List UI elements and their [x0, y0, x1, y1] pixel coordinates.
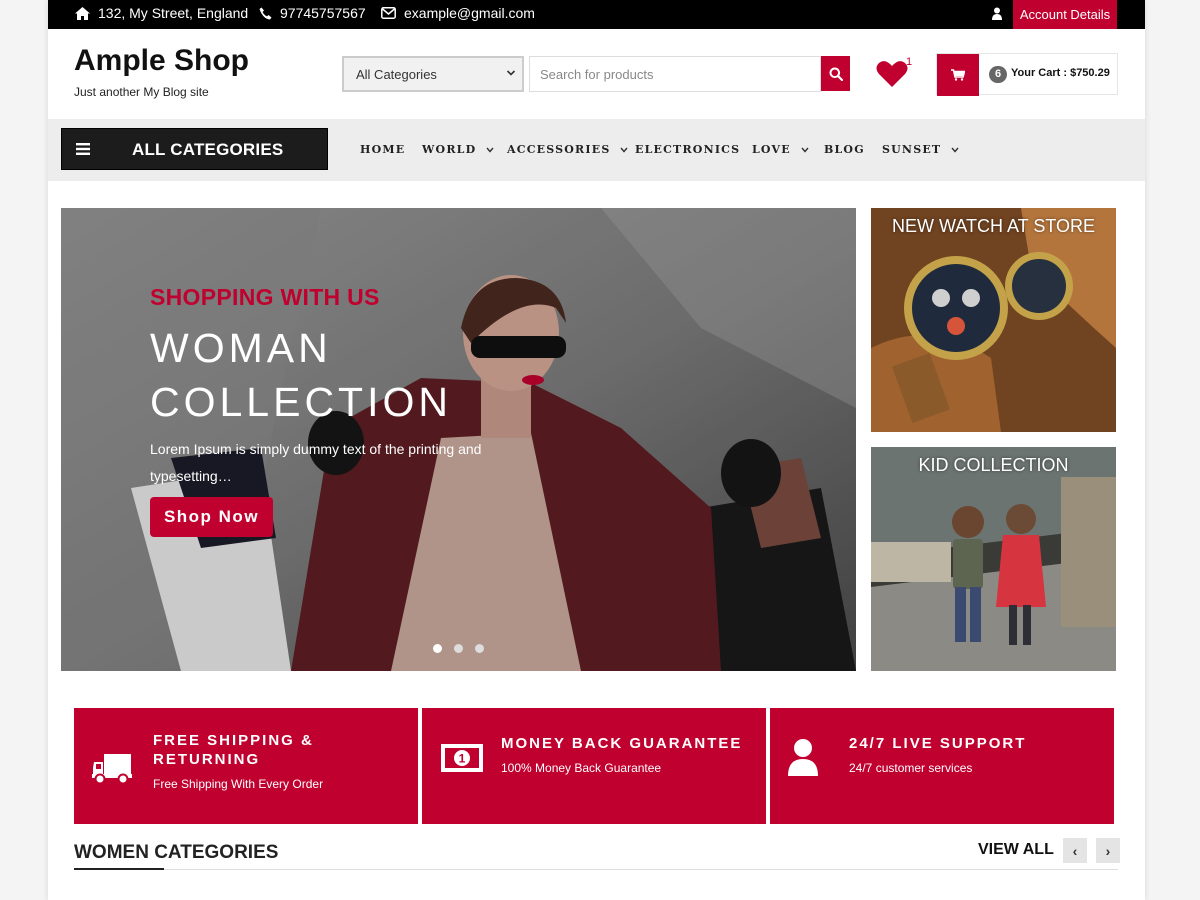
feature-free-shipping: FREE SHIPPING & RETURNING Free Shipping …	[74, 708, 418, 824]
hero-slider[interactable]: SHOPPING WITH US WOMAN COLLECTION Lorem …	[61, 208, 856, 671]
feature-text: 24/7 customer services	[849, 761, 973, 775]
email-text[interactable]: example@gmail.com	[404, 5, 535, 21]
banner-kids[interactable]: KID COLLECTION	[871, 447, 1116, 671]
money-icon: 1	[441, 744, 483, 772]
nav-item-electronics[interactable]: ELECTRONICS	[635, 143, 740, 156]
top-bar: 132, My Street, England 97745757567 exam…	[48, 0, 1145, 29]
feature-text: 100% Money Back Guarantee	[501, 761, 662, 775]
user-icon[interactable]	[992, 7, 1002, 20]
view-all-link[interactable]: VIEW ALL	[978, 841, 1054, 859]
cart-total: Your Cart : $750.29	[1011, 67, 1110, 79]
slider-dot-2[interactable]	[454, 644, 463, 653]
nav-item-label: ELECTRONICS	[635, 143, 741, 156]
slider-dot-1[interactable]	[433, 644, 442, 653]
section-title-underline	[74, 868, 164, 870]
banner-watch[interactable]: NEW WATCH AT STORE	[871, 208, 1116, 432]
nav-item-label: BLOG	[824, 143, 865, 156]
feature-title: MONEY BACK GUARANTEE	[501, 735, 743, 752]
hero-subtitle: SHOPPING WITH US	[150, 284, 380, 310]
main-navigation: ALL CATEGORIES HOME WORLD ACCESSORIES EL…	[48, 119, 1145, 181]
account-details-button[interactable]: Account Details	[1013, 0, 1117, 29]
nav-item-home[interactable]: HOME	[360, 143, 405, 156]
nav-item-label: SUNSET	[882, 143, 942, 156]
phone-icon	[259, 7, 272, 19]
nav-item-love[interactable]: LOVE	[752, 143, 809, 156]
shopping-cart-icon	[951, 69, 965, 81]
women-categories-title: WOMEN CATEGORIES	[74, 842, 279, 863]
feature-title: FREE SHIPPING & RETURNING	[153, 732, 314, 768]
envelope-icon	[381, 7, 396, 19]
nav-item-label: LOVE	[752, 143, 791, 156]
nav-item-label: HOME	[360, 143, 406, 156]
chevron-down-icon	[951, 147, 959, 153]
banner-watch-title: NEW WATCH AT STORE	[891, 216, 1095, 236]
nav-item-accessories[interactable]: ACCESSORIES	[507, 143, 629, 156]
svg-text:1: 1	[459, 752, 466, 766]
feature-text: Free Shipping With Every Order	[153, 777, 324, 791]
carousel-prev-button[interactable]: ‹	[1063, 838, 1087, 863]
menu-icon	[76, 143, 90, 155]
truck-icon	[92, 754, 132, 784]
kids-image	[871, 447, 1116, 671]
site-logo[interactable]: Ample Shop	[74, 44, 249, 78]
page: 132, My Street, England 97745757567 exam…	[48, 0, 1145, 900]
phone-info: 97745757567	[259, 5, 366, 21]
feature-title: 24/7 LIVE SUPPORT	[849, 735, 1027, 752]
search-icon	[829, 67, 843, 81]
search-button[interactable]	[821, 56, 850, 91]
category-select-value: All Categories	[356, 66, 437, 82]
home-icon	[75, 6, 90, 20]
slider-dot-3[interactable]	[475, 644, 484, 653]
category-select[interactable]: All Categories	[342, 56, 524, 92]
hero-title: WOMAN COLLECTION	[150, 325, 452, 425]
address-text: 132, My Street, England	[98, 5, 249, 21]
hero-text: Lorem Ipsum is simply dummy text of the …	[150, 441, 482, 484]
carousel-next-button[interactable]: ›	[1096, 838, 1120, 863]
wishlist-count: 1	[906, 56, 913, 68]
feature-live-support: 24/7 LIVE SUPPORT 24/7 customer services	[770, 708, 1114, 824]
chevron-down-icon	[801, 147, 809, 153]
section-divider	[74, 869, 1118, 870]
all-categories-label: ALL CATEGORIES	[132, 140, 284, 159]
cart-icon-box[interactable]	[937, 54, 979, 96]
search-input[interactable]	[529, 56, 821, 92]
chevron-down-icon	[620, 147, 629, 153]
all-categories-button[interactable]: ALL CATEGORIES	[61, 128, 328, 170]
phone-text: 97745757567	[280, 5, 366, 21]
banner-kids-title: KID COLLECTION	[918, 455, 1069, 475]
nav-item-label: ACCESSORIES	[507, 143, 611, 156]
cart-count-badge: 6	[989, 66, 1007, 83]
nav-item-blog[interactable]: BLOG	[824, 143, 865, 156]
chevron-down-icon	[486, 147, 494, 153]
address-info: 132, My Street, England	[75, 5, 248, 21]
user-icon	[788, 739, 818, 776]
chevron-down-icon	[506, 70, 516, 76]
cart-widget[interactable]: 6 Your Cart : $750.29	[936, 53, 1118, 96]
watch-image	[871, 208, 1116, 432]
site-tagline: Just another My Blog site	[74, 85, 209, 99]
shop-now-button[interactable]: Shop Now	[150, 497, 273, 537]
feature-money-back: 1 MONEY BACK GUARANTEE 100% Money Back G…	[422, 708, 766, 824]
heart-icon[interactable]	[876, 60, 908, 88]
nav-item-sunset[interactable]: SUNSET	[882, 143, 959, 156]
nav-item-label: WORLD	[422, 143, 477, 156]
email-info: example@gmail.com	[381, 5, 535, 21]
nav-item-world[interactable]: WORLD	[422, 143, 494, 156]
